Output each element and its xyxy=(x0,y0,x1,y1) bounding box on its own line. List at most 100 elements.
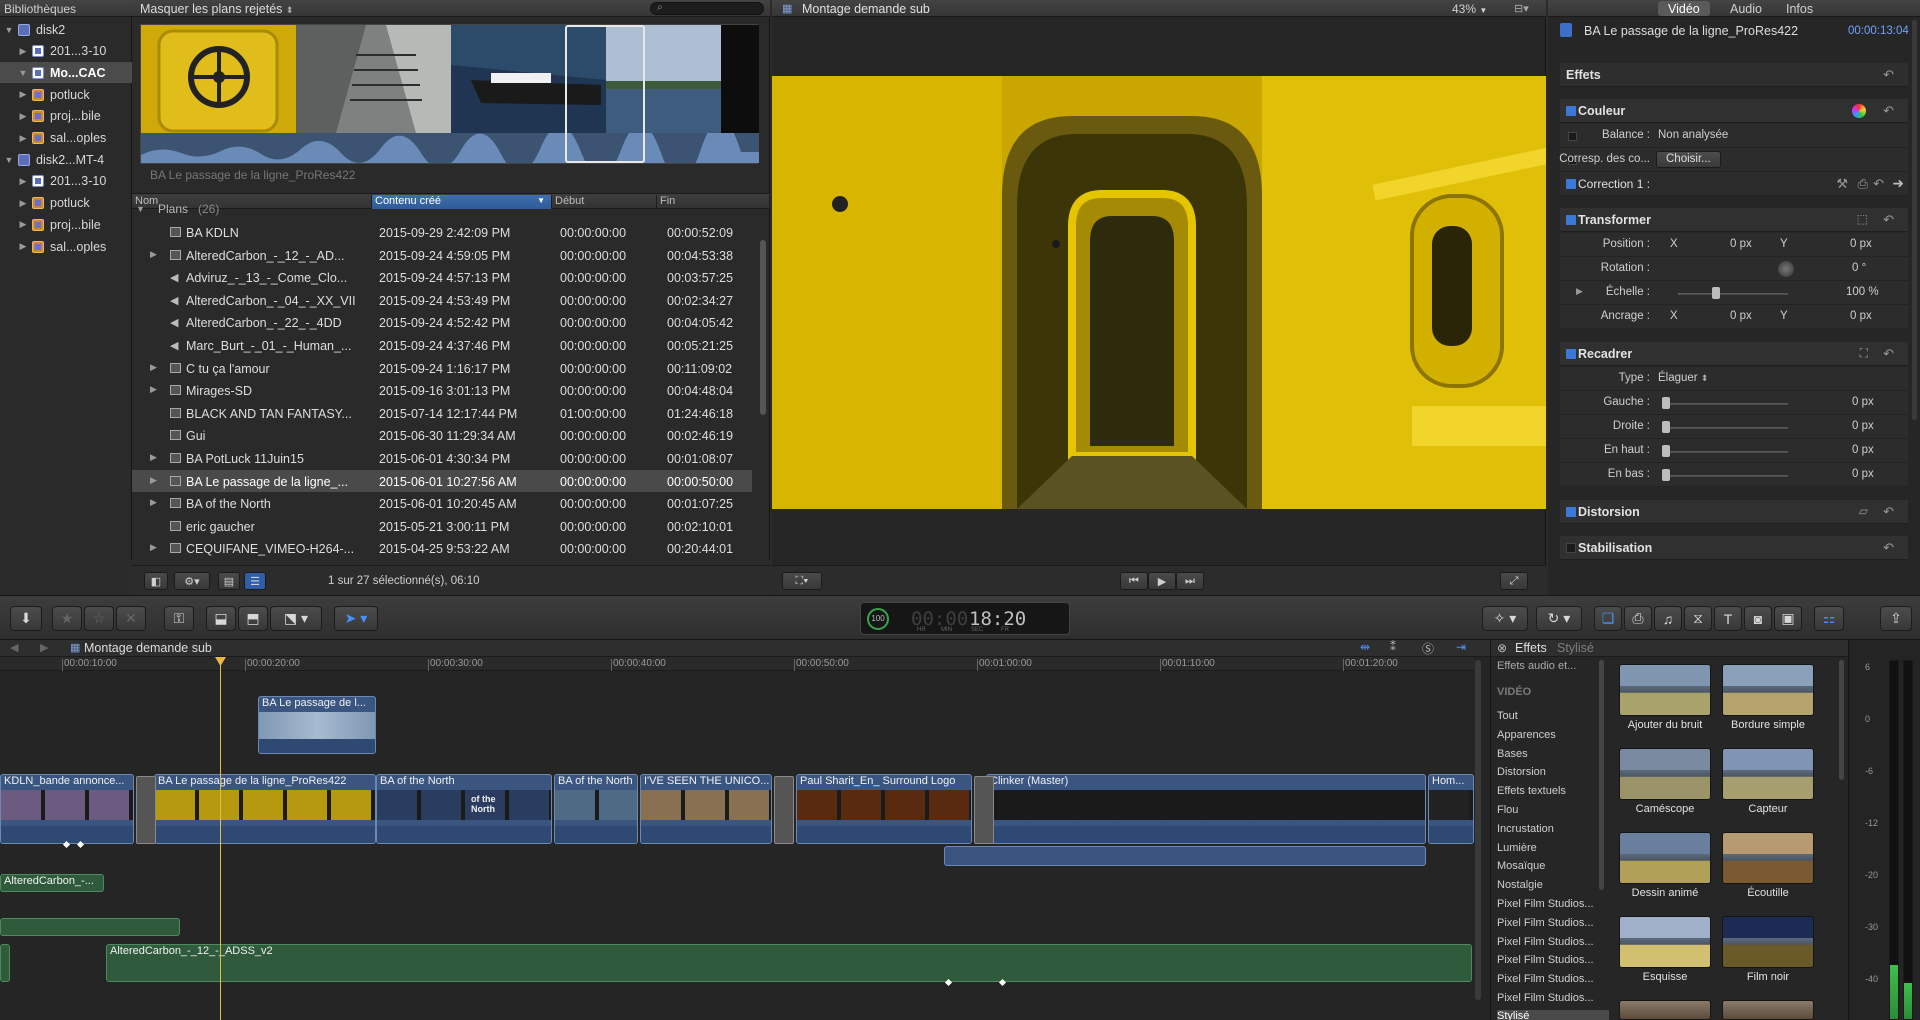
library-item[interactable]: ▶ proj...bile xyxy=(0,106,132,127)
anchor-x-field[interactable]: 0 px xyxy=(1730,310,1752,322)
list-item[interactable]: BLACK AND TAN FANTASY... 2015-07-14 12:17… xyxy=(132,402,752,425)
section-color-toggle[interactable] xyxy=(1566,106,1576,116)
list-item[interactable]: ▶ AlteredCarbon_-_12_-_AD... 2015-09-24 4:… xyxy=(132,244,752,267)
crop-right-slider-knob[interactable] xyxy=(1662,421,1670,433)
audio-clip[interactable]: AlteredCarbon_-_12_-_ADSS_v2 xyxy=(106,944,1472,982)
browser-scrollbar[interactable] xyxy=(760,240,766,415)
primary-clip[interactable]: BA of the North xyxy=(554,774,638,844)
effects-category-item[interactable]: Bases xyxy=(1497,748,1528,760)
disclosure-open-icon[interactable]: ▼ xyxy=(4,25,14,35)
disclosure-open-icon[interactable]: ▼ xyxy=(4,155,14,165)
list-item[interactable]: ◀ Marc_Burt_-_01_-_Human_... 2015-09-24 4:… xyxy=(132,334,752,357)
disclosure-closed-icon[interactable]: ▶ xyxy=(150,452,157,463)
library-item[interactable]: ▶ potluck xyxy=(0,84,132,105)
reset-icon[interactable]: ↶ xyxy=(1883,504,1894,520)
section-transform[interactable]: Transformer ⬚ ↶ xyxy=(1560,208,1908,232)
effect-tile[interactable]: Film noir xyxy=(1722,916,1814,983)
tab-video[interactable]: Vidéo xyxy=(1658,1,1710,16)
crop-bottom-slider-track[interactable] xyxy=(1664,475,1788,477)
disclosure-closed-icon[interactable]: ▶ xyxy=(18,176,28,187)
background-tasks-indicator[interactable]: 100 xyxy=(867,608,889,630)
primary-clip[interactable]: BA Le passage de la ligne_ProRes422 xyxy=(154,774,376,844)
library-item[interactable]: ▶ sal...oples xyxy=(0,128,132,149)
effects-category-item[interactable]: Pixel Film Studios... xyxy=(1497,992,1594,1004)
anchor-y-field[interactable]: 0 px xyxy=(1850,310,1872,322)
history-forward-icon[interactable]: ▶ xyxy=(40,641,48,654)
history-back-icon[interactable]: ◀ xyxy=(10,641,18,654)
dashboard-timecode[interactable]: 100 00:00 18:20 HR MIN SEC FR xyxy=(860,602,1070,635)
transform-tools-menu[interactable]: ⛶▾ xyxy=(782,572,822,590)
effects-category-item[interactable]: Nostalgie xyxy=(1497,879,1543,891)
list-item[interactable]: ◀ AlteredCarbon_-_04_-_XX_VII 2015-09-24 4… xyxy=(132,289,752,312)
column-start[interactable]: Début xyxy=(552,195,657,209)
list-item[interactable]: ◀ AlteredCarbon_-_22_-_4DD 2015-09-24 4:52… xyxy=(132,311,752,334)
category-scrollbar[interactable] xyxy=(1599,660,1604,890)
crop-right-slider-track[interactable] xyxy=(1664,427,1788,429)
share-button[interactable]: ⇪ xyxy=(1880,606,1912,631)
rotation-dial[interactable] xyxy=(1778,261,1794,277)
effects-category-item[interactable]: Pixel Film Studios... xyxy=(1497,898,1594,910)
clip-filter-menu[interactable]: Masquer les plans rejetés ⬍ xyxy=(140,2,293,16)
crop-left-field[interactable]: 0 px xyxy=(1852,396,1874,408)
effects-category-item[interactable]: Pixel Film Studios... xyxy=(1497,954,1594,966)
reset-icon[interactable]: ↶ xyxy=(1883,212,1894,228)
photos-browser-button[interactable]: ⎙ xyxy=(1624,606,1652,631)
disclosure-closed-icon[interactable]: ▶ xyxy=(150,384,157,395)
list-item[interactable]: ▶ BA of the North 2015-06-01 10:20:45 AM 00… xyxy=(132,492,752,515)
primary-clip[interactable]: Clinker (Master) xyxy=(986,774,1426,844)
effects-category-selected[interactable]: Stylisé xyxy=(1497,1010,1609,1020)
position-x-field[interactable]: 0 px xyxy=(1730,238,1752,250)
position-y-field[interactable]: 0 px xyxy=(1850,238,1872,250)
transitions-browser-button[interactable]: ⧖ xyxy=(1684,606,1712,631)
audio-skimming-icon[interactable]: ⁑ xyxy=(1390,640,1396,654)
effect-tile[interactable]: Bordure simple xyxy=(1722,664,1814,731)
effects-category-item[interactable]: Mosaïque xyxy=(1497,860,1545,872)
choose-button[interactable]: Choisir... xyxy=(1656,151,1721,168)
section-distortion[interactable]: Distorsion ▱ ↶ xyxy=(1560,500,1908,524)
append-clip-button[interactable]: ⬔ ▾ xyxy=(270,606,322,631)
effects-category-item[interactable]: Apparences xyxy=(1497,729,1556,741)
effect-thumbnail[interactable] xyxy=(1722,1000,1814,1020)
magic-wand-icon[interactable]: ⚒ xyxy=(1836,176,1848,192)
disclosure-closed-icon[interactable]: ▶ xyxy=(18,46,28,57)
scale-field[interactable]: 100 % xyxy=(1846,286,1879,298)
transition-marker[interactable] xyxy=(774,776,794,844)
section-crop-toggle[interactable] xyxy=(1566,349,1576,359)
browser-search-field[interactable]: ⌕ xyxy=(650,2,764,15)
themes-browser-button[interactable]: ▣ xyxy=(1774,606,1802,631)
transition-marker[interactable] xyxy=(974,776,994,844)
scale-slider-track[interactable] xyxy=(1678,293,1788,295)
inspector-toggle[interactable]: ⚏ xyxy=(1814,606,1844,631)
library-item[interactable]: ▶ proj...bile xyxy=(0,214,132,235)
crop-top-field[interactable]: 0 px xyxy=(1852,444,1874,456)
arrow-right-circle-icon[interactable]: ➜ xyxy=(1892,175,1904,192)
library-item[interactable]: ▶ 201...3-10 xyxy=(0,171,132,192)
library-item[interactable]: ▶ 201...3-10 xyxy=(0,41,132,62)
skimming-icon[interactable]: ⇹ xyxy=(1360,640,1370,654)
list-item[interactable]: ▶ C tu ça l'amour 2015-09-24 1:16:17 PM 00:… xyxy=(132,357,752,380)
reset-icon[interactable]: ↶ xyxy=(1883,346,1894,362)
transform-onscreen-icon[interactable]: ⬚ xyxy=(1857,212,1868,226)
color-board-icon[interactable] xyxy=(1852,104,1866,118)
reset-icon[interactable]: ↶ xyxy=(1883,103,1894,119)
clip-settings-button[interactable]: ⚙▾ xyxy=(174,572,210,590)
primary-clip[interactable]: BA of the North of the North xyxy=(376,774,552,844)
go-to-end-button[interactable]: ⏭ xyxy=(1176,572,1204,590)
snapping-icon[interactable]: ⇥ xyxy=(1456,640,1466,654)
crop-right-field[interactable]: 0 px xyxy=(1852,420,1874,432)
effects-category-item[interactable]: Tout xyxy=(1497,710,1518,722)
crop-left-slider-knob[interactable] xyxy=(1662,397,1670,409)
section-effects[interactable]: Effets ↶ xyxy=(1560,63,1908,87)
list-item[interactable]: BA KDLN 2015-09-29 2:42:09 PM 00:00:00:00 0… xyxy=(132,221,752,244)
reset-icon[interactable]: ↶ xyxy=(1883,540,1894,556)
effects-category-item[interactable]: Pixel Film Studios... xyxy=(1497,936,1594,948)
library-item[interactable]: ▼ Mo...CAC xyxy=(0,62,132,84)
effect-tile[interactable]: Ajouter du bruit xyxy=(1619,664,1711,731)
disclosure-closed-icon[interactable]: ▶ xyxy=(18,198,28,209)
effect-tile[interactable]: Esquisse xyxy=(1619,916,1711,983)
section-stabilization[interactable]: Stabilisation ↶ xyxy=(1560,536,1908,560)
go-to-start-button[interactable]: ⏮ xyxy=(1120,572,1148,590)
library-item[interactable]: ▶ potluck xyxy=(0,193,132,214)
effects-grid-scrollbar[interactable] xyxy=(1839,660,1844,780)
transition-marker[interactable] xyxy=(136,776,156,844)
